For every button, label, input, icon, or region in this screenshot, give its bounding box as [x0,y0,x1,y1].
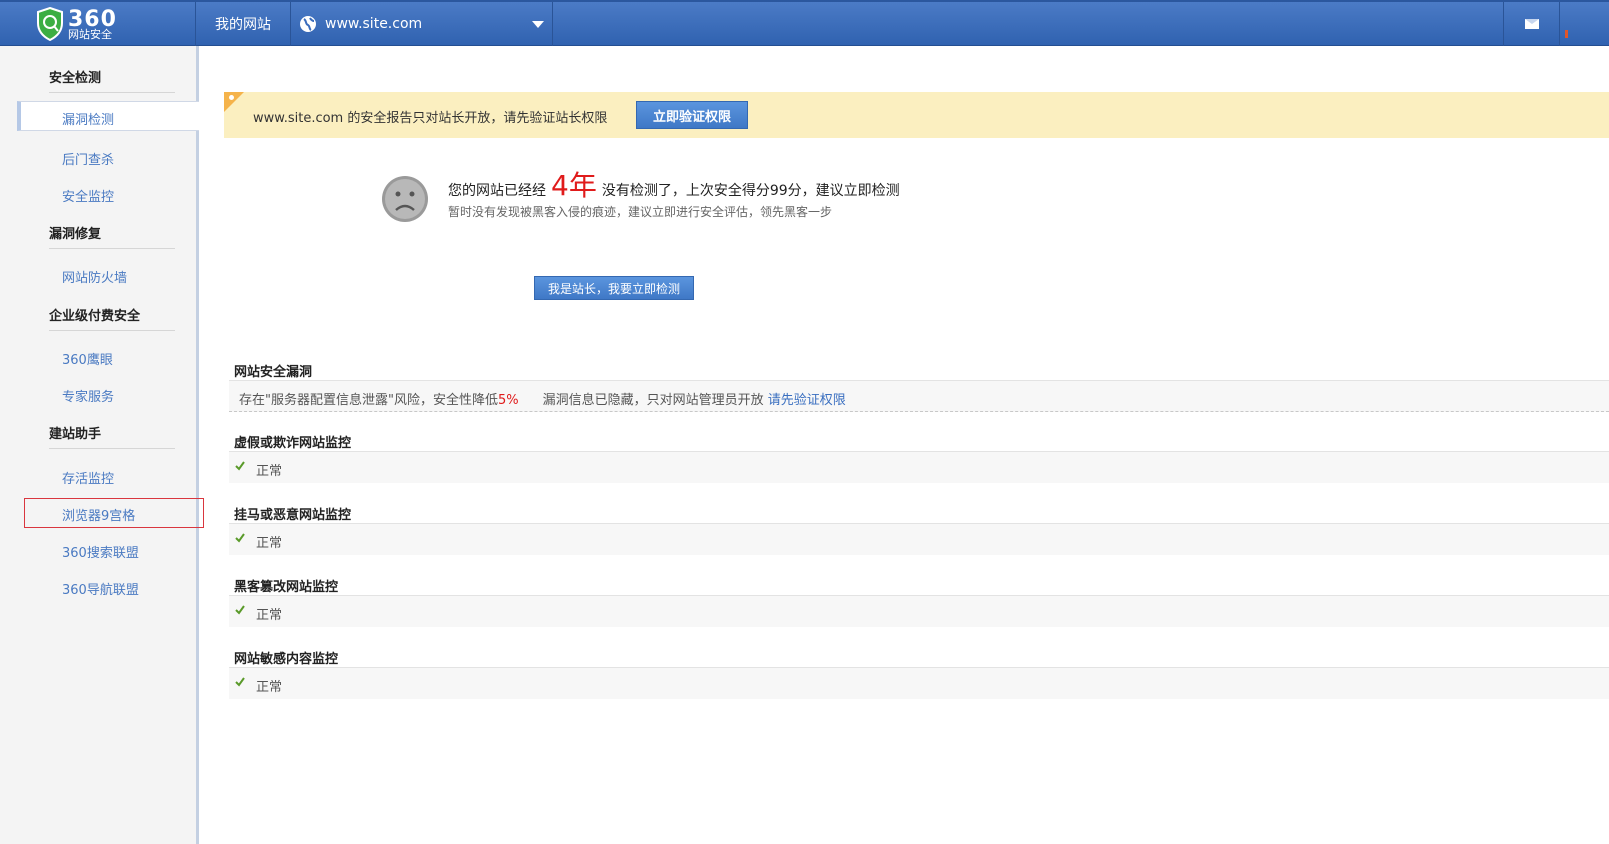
panel-title-sensitive-monitor: 网站敏感内容监控 [234,652,339,667]
status-suffix: 没有检测了，上次安全得分99分，建议立即检测 [601,183,900,199]
monitor-row: 正常 [229,451,1609,483]
panel-title-tamper-monitor: 黑客篡改网站监控 [234,580,339,595]
scan-now-button[interactable]: 我是站长，我要立即检测 [534,276,694,300]
sidebar-item-firewall[interactable]: 网站防火墙 [62,267,127,286]
monitor-row: 正常 [229,595,1609,627]
notice-corner-icon [224,92,244,112]
check-icon [235,605,245,615]
panel-title-fraud-monitor: 虚假或欺诈网站监控 [234,436,352,451]
status-prefix: 您的网站已经经 [448,183,546,199]
sidebar-section-vuln-fix: 漏洞修复 [49,227,102,242]
top-bar: 360 网站安全 我的网站 www.site.com [0,0,1609,46]
sidebar-item-label: 漏洞检测 [62,113,115,128]
panel-title-vulnerabilities: 网站安全漏洞 [234,365,313,380]
verify-notice-banner: www.site.com 的安全报告只对站长开放，请先验证站长权限 立即验证权限 [224,92,1609,138]
sidebar-item-vuln-scan[interactable]: 漏洞检测 [17,101,199,131]
check-icon [235,677,245,687]
globe-icon [300,16,316,32]
panel-title-malware-monitor: 挂马或恶意网站监控 [234,508,352,523]
monitor-row: 正常 [229,667,1609,699]
sidebar-item-nav-alliance[interactable]: 360导航联盟 [62,579,139,598]
check-icon [235,461,245,471]
risk-percentage: 5% [497,393,519,408]
sidebar-item-browser-grid[interactable]: 浏览器9宫格 [62,505,135,524]
sidebar-item-expert-service[interactable]: 专家服务 [62,386,114,405]
sidebar: 安全检测 漏洞检测 后门查杀 安全监控 漏洞修复 网站防火墙 企业级付费安全 3… [0,46,204,844]
status-normal: 正常 [256,608,283,623]
divider [49,330,175,331]
scan-status-subtext: 暂时没有发现被黑客入侵的痕迹，建议立即进行安全评估，领先黑客一步 [448,205,833,219]
sidebar-item-search-alliance[interactable]: 360搜索联盟 [62,542,139,561]
sidebar-item-uptime[interactable]: 存活监控 [62,468,114,487]
risk-text: 存在"服务器配置信息泄露"风险，安全性降低 [239,393,498,408]
scan-status-headline: 您的网站已经经 4年 没有检测了，上次安全得分99分，建议立即检测 [448,164,900,204]
status-normal: 正常 [256,536,283,551]
site-select-value: www.site.com [325,16,423,32]
sidebar-section-site-helper: 建站助手 [49,427,102,442]
hidden-note: 漏洞信息已隐藏，只对网站管理员开放 [542,393,764,408]
divider [49,92,175,93]
sidebar-section-enterprise: 企业级付费安全 [49,309,141,324]
divider [49,448,175,449]
verify-permission-link[interactable]: 请先验证权限 [768,393,846,408]
topbar-edge [1559,2,1609,46]
sidebar-item-monitoring[interactable]: 安全监控 [62,186,114,205]
check-icon [235,533,245,543]
divider [49,248,175,249]
my-site-nav[interactable]: 我的网站 [196,2,291,46]
chevron-down-icon [532,21,544,28]
status-normal: 正常 [256,680,283,695]
bulb-icon [229,95,234,100]
sidebar-item-eagle-eye[interactable]: 360鹰眼 [62,349,113,368]
sidebar-item-backdoor[interactable]: 后门查杀 [62,149,114,168]
sidebar-section-security-check: 安全检测 [49,71,102,86]
status-normal: 正常 [256,464,283,479]
mail-icon [1525,19,1539,29]
vuln-row: 存在"服务器配置信息泄露"风险，安全性降低5% 漏洞信息已隐藏，只对网站管理员开放… [229,380,1609,412]
logo-subtext: 网站安全 [68,27,112,41]
notice-text: www.site.com 的安全报告只对站长开放，请先验证站长权限 [253,111,608,126]
logo[interactable]: 360 网站安全 [0,2,196,46]
notification-indicator [1565,30,1568,38]
years-since-scan: 4年 [551,169,597,202]
site-select-dropdown[interactable]: www.site.com [291,2,553,46]
mail-button[interactable] [1503,2,1560,46]
verify-permission-button[interactable]: 立即验证权限 [636,101,748,129]
sad-face-icon [382,176,428,222]
monitor-row: 正常 [229,523,1609,555]
shield-logo-icon [37,7,63,41]
